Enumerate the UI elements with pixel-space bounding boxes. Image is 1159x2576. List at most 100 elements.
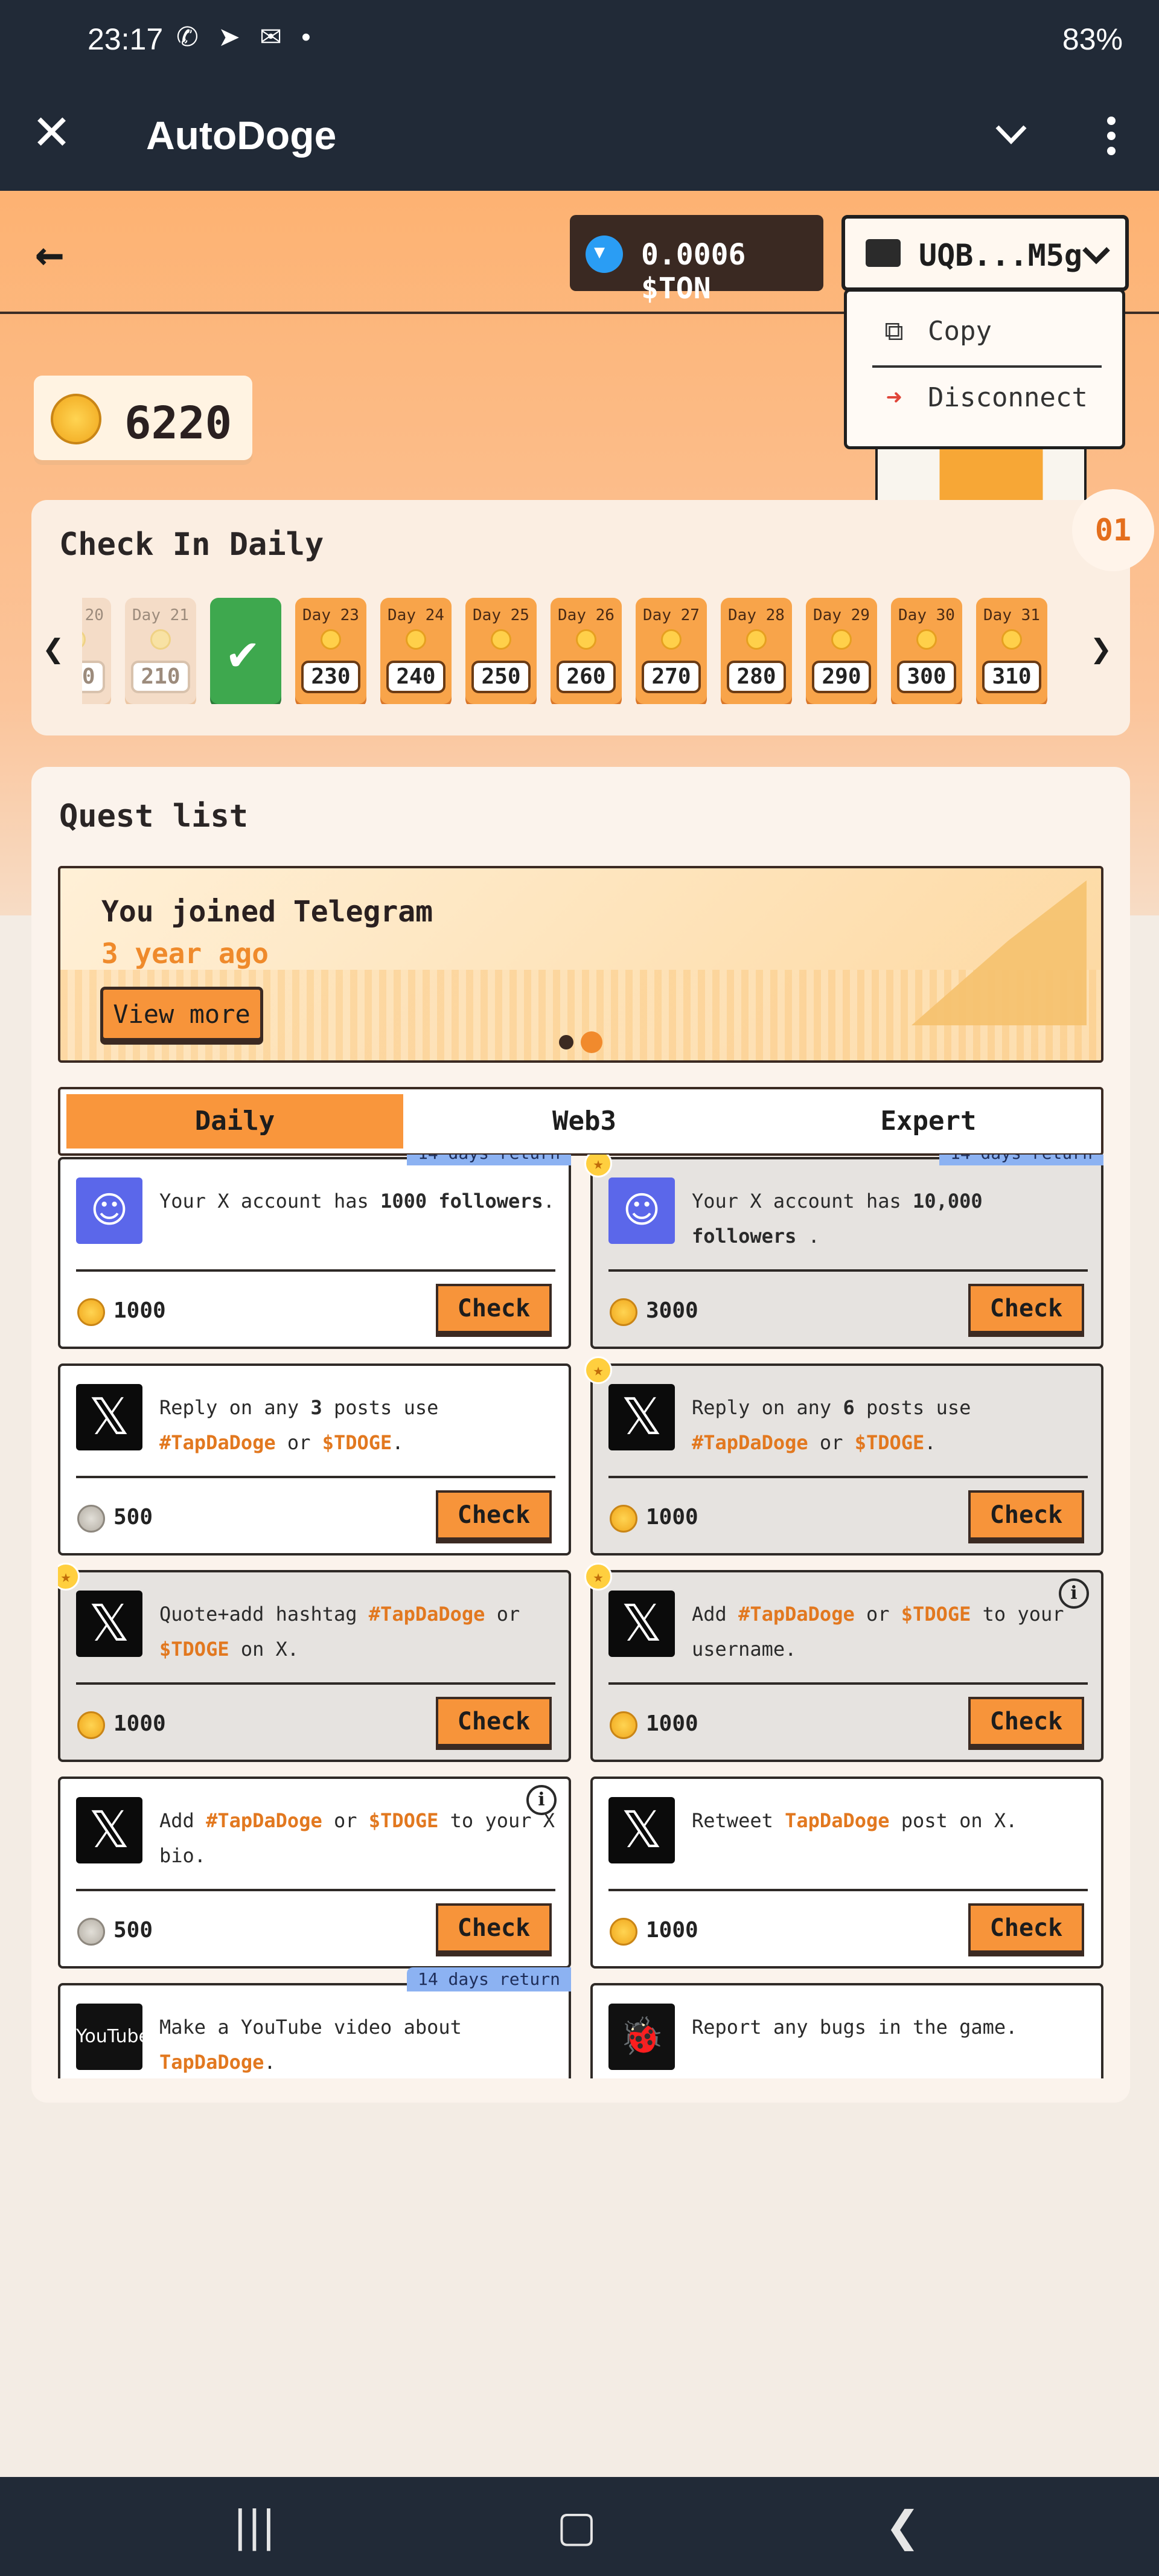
status-time: 23:17 — [88, 22, 164, 56]
close-icon[interactable]: ✕ — [31, 109, 72, 157]
checkin-day[interactable]: Day 27 270 — [636, 598, 707, 704]
coin-icon — [406, 629, 426, 650]
quest-reward: 1000 — [646, 1505, 698, 1530]
day-reward: 210 — [131, 661, 190, 693]
return-tag: 14 days return — [406, 1155, 571, 1165]
quest-card: ☺ Your X account has 10,000 followers . 30… — [584, 1155, 1103, 1349]
quest-description: Your X account has 10,000 followers . — [692, 1190, 983, 1248]
coin-icon — [150, 629, 171, 650]
check-button[interactable]: Check — [968, 1697, 1084, 1746]
view-more-button[interactable]: View more — [100, 987, 263, 1041]
quest-card: 🐞 Report any bugs in the game. — [590, 1983, 1103, 2078]
quest-reward: 1000 — [113, 1298, 166, 1323]
quest-description: Reply on any 3 posts use #TapDaDoge or $… — [159, 1396, 439, 1454]
checkin-day[interactable]: Day 25 250 — [465, 598, 537, 704]
check-button[interactable]: Check — [436, 1490, 552, 1540]
quest-card: 𝕏 Reply on any 6 posts use #TapDaDoge or … — [584, 1356, 1103, 1556]
youtube-logo-icon: YouTube — [76, 2004, 150, 2070]
tab-expert[interactable]: Expert — [761, 1094, 1096, 1149]
quest-card: 𝕏 Reply on any 3 posts use #TapDaDoge or … — [58, 1363, 571, 1556]
day-label: Day 30 — [898, 606, 955, 624]
check-button[interactable]: Check — [968, 1490, 1084, 1540]
quest-divider — [608, 1889, 1088, 1891]
x-logo-icon: 𝕏 — [76, 1384, 142, 1450]
x-logo-icon: 𝕏 — [608, 1591, 675, 1657]
checkin-day[interactable]: Day 29 290 — [806, 598, 877, 704]
more-options-icon[interactable] — [1102, 115, 1120, 160]
chevron-right-icon[interactable]: ❯ — [1090, 628, 1112, 670]
quest-tabs: Daily Web3 Expert — [58, 1087, 1103, 1156]
quest-description: Add #TapDaDoge or $TDOGE to your X bio. — [159, 1809, 555, 1867]
check-button[interactable]: Check — [968, 1284, 1084, 1333]
back-icon[interactable]: ❮ — [885, 2502, 921, 2551]
wallet-dropdown-menu: ⧉ Copy ➜ Disconnect — [844, 289, 1125, 449]
wallet-button[interactable]: UQB...M5g — [841, 215, 1129, 291]
day-label: Day 31 — [983, 606, 1040, 624]
banner-title: You joined Telegram — [101, 895, 433, 929]
copy-menu-item[interactable]: ⧉ Copy — [876, 316, 1105, 347]
coin-icon — [77, 1298, 105, 1326]
day-label: Day 28 — [728, 606, 785, 624]
back-arrow-icon[interactable]: ← — [35, 229, 64, 278]
checkin-day[interactable]: Day 28 280 — [721, 598, 792, 704]
ton-icon — [586, 235, 623, 273]
checkin-day[interactable]: Day 20 200 — [82, 598, 111, 704]
telegram-plane-icon — [912, 880, 1087, 1025]
day-label: Day 27 — [643, 606, 700, 624]
check-button[interactable]: Check — [436, 1284, 552, 1333]
disconnect-label: Disconnect — [928, 382, 1088, 413]
ton-balance-pill[interactable]: 0.0006 $TON — [570, 215, 823, 306]
day-reward: 270 — [642, 661, 701, 693]
quest-reward: 3000 — [646, 1298, 698, 1323]
quest-reward: 500 — [113, 1505, 153, 1530]
check-button[interactable]: Check — [968, 1903, 1084, 1953]
app-bar: ✕ AutoDoge — [0, 85, 1159, 191]
carousel-dot-active[interactable] — [581, 1031, 602, 1053]
ton-balance: 0.0006 $TON — [641, 238, 746, 306]
info-icon[interactable]: i — [1059, 1578, 1089, 1609]
tab-web3[interactable]: Web3 — [417, 1094, 752, 1149]
day-reward: 230 — [301, 661, 360, 693]
day-label: Day 29 — [813, 606, 870, 624]
checkin-badge: 01 — [1072, 489, 1154, 571]
home-icon[interactable]: ▢ — [557, 2502, 596, 2551]
day-reward: 310 — [982, 661, 1041, 693]
info-icon[interactable]: i — [526, 1785, 557, 1815]
copy-icon: ⧉ — [884, 316, 904, 347]
battery-level: 83% — [1062, 22, 1123, 56]
checkin-day[interactable]: Day 21 210 — [125, 598, 196, 704]
day-reward: 300 — [897, 661, 956, 693]
disconnect-menu-item[interactable]: ➜ Disconnect — [876, 382, 1105, 413]
star-icon: ★ — [584, 1356, 612, 1384]
recent-apps-icon[interactable]: ||| — [233, 2502, 276, 2551]
checkin-day[interactable]: Day 23 230 — [295, 598, 366, 704]
bug-icon: 🐞 — [608, 2004, 675, 2070]
day-reward: 200 — [82, 661, 105, 693]
check-button[interactable]: Check — [436, 1697, 552, 1746]
checkin-day[interactable]: Day 31 310 — [976, 598, 1047, 704]
chevron-down-icon[interactable] — [990, 112, 1032, 158]
checkin-day[interactable]: Day 26 260 — [551, 598, 622, 704]
check-button[interactable]: Check — [436, 1903, 552, 1953]
checkin-day[interactable]: ✔ — [210, 598, 281, 704]
day-label: Day 23 — [302, 606, 359, 624]
quest-description: Make a YouTube video about TapDaDoge. — [159, 2016, 462, 2074]
chevron-left-icon[interactable]: ❮ — [42, 628, 64, 670]
coin-icon — [51, 394, 101, 444]
checkin-day[interactable]: Day 24 240 — [380, 598, 452, 704]
x-logo-icon: 𝕏 — [608, 1384, 675, 1450]
wallet-icon — [866, 239, 901, 267]
star-icon: ★ — [58, 1563, 80, 1591]
banner-subtitle: 3 year ago — [101, 937, 269, 970]
tab-daily[interactable]: Daily — [66, 1094, 403, 1149]
day-reward: 290 — [812, 661, 871, 693]
checkin-day[interactable]: Day 30 300 — [891, 598, 962, 704]
day-label: Day 26 — [558, 606, 615, 624]
day-reward: 240 — [386, 661, 445, 693]
carousel-dot[interactable] — [559, 1035, 573, 1049]
app-title: AutoDoge — [146, 113, 337, 158]
checkin-day-strip: Day 20200Day 21210✔Day 23230Day 24240Day… — [82, 595, 1072, 704]
quest-card: ☺ Your X account has 1000 followers. 1000 C… — [58, 1155, 571, 1349]
chevron-down-icon — [1078, 240, 1114, 273]
star-icon: ★ — [584, 1155, 612, 1177]
